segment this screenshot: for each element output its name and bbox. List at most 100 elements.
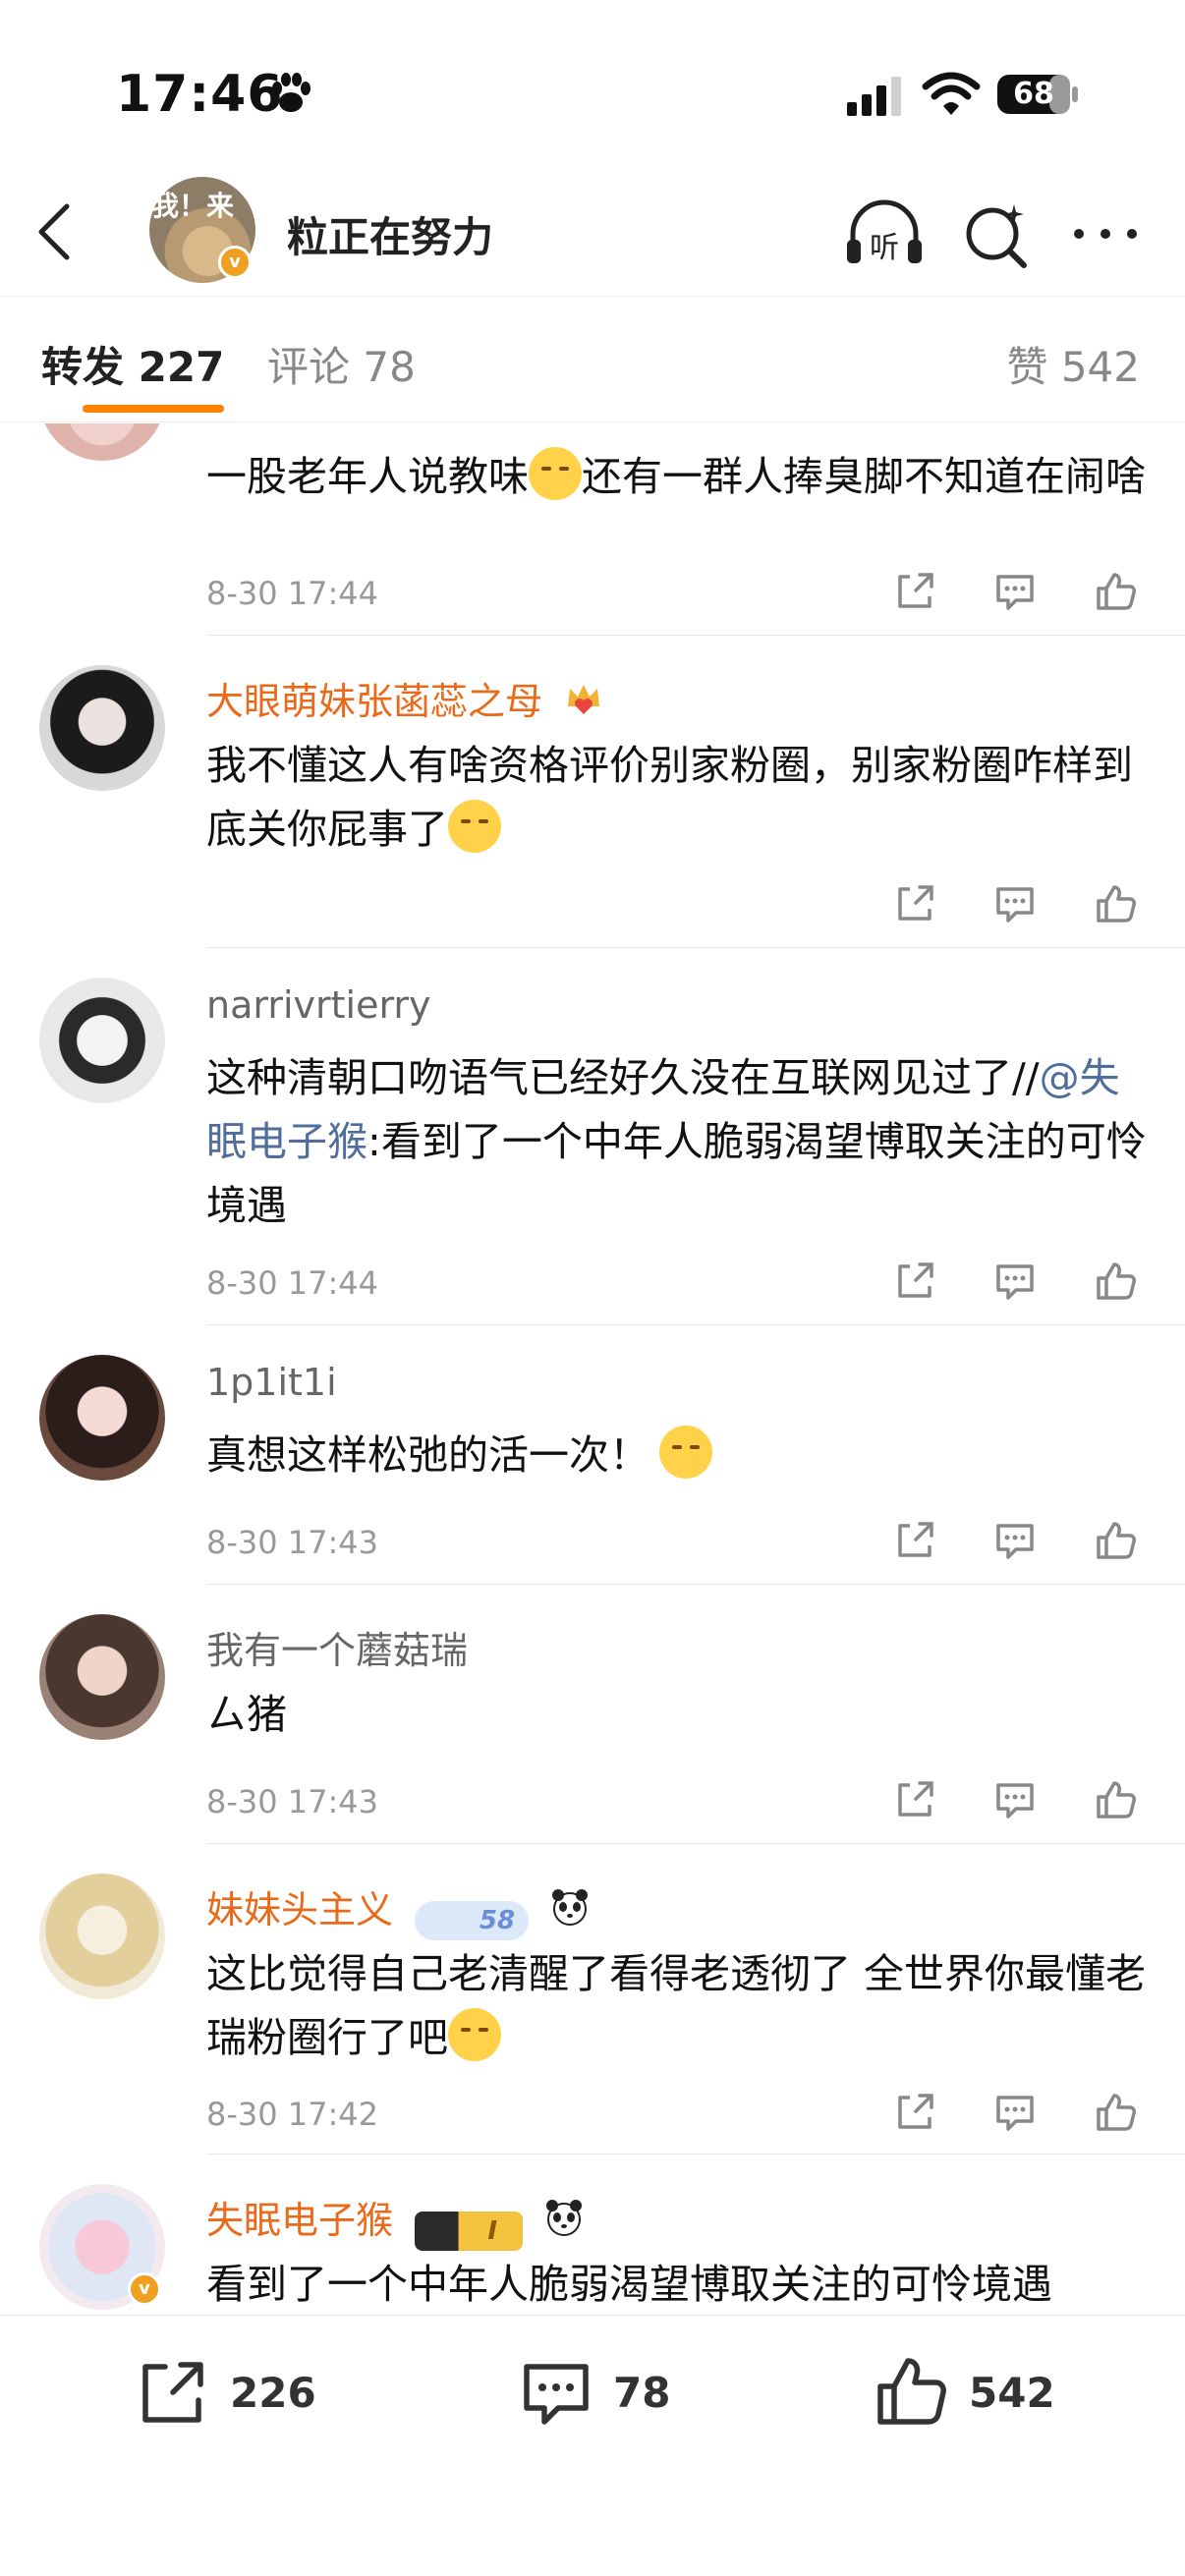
comment-icon[interactable] — [992, 1777, 1038, 1822]
avatar[interactable] — [39, 1355, 165, 1481]
top-nav: 我！来 v 粒正在努力 听 — [0, 167, 1185, 297]
tab-bar: 转发 227 评论 78 赞 542 — [0, 297, 1185, 422]
like-icon — [877, 2358, 946, 2425]
comment-text-part: 真想这样松弛的活一次！ — [206, 1431, 649, 1479]
comment-icon[interactable] — [992, 1259, 1038, 1304]
share-icon[interactable] — [892, 2090, 937, 2135]
avatar[interactable] — [39, 1874, 165, 1999]
bottom-action-bar: 226 78 542 — [0, 2315, 1185, 2576]
list-item: 我有一个蘑菇瑞 ㄙ猪 8-30 17:43 — [0, 1585, 1185, 1844]
share-icon[interactable] — [892, 881, 937, 926]
shush-emoji-icon — [448, 2008, 501, 2061]
repost-button[interactable]: 226 — [134, 2353, 316, 2432]
share-icon[interactable] — [892, 1518, 937, 1563]
battery-icon: 68 — [996, 73, 1079, 116]
tab-repost[interactable]: 转发 227 — [41, 334, 224, 394]
timestamp: 8-30 17:42 — [206, 2096, 379, 2133]
wifi-icon — [922, 72, 981, 115]
listen-icon[interactable]: 听 — [843, 196, 926, 271]
avatar[interactable] — [39, 978, 165, 1103]
panda-icon — [552, 1889, 589, 1926]
username[interactable]: 我有一个蘑菇瑞 — [206, 1620, 468, 1674]
timestamp: 8-30 17:43 — [206, 1783, 379, 1820]
list-item: 一股老年人说教味 还有一群人捧臭脚不知道在闹啥 8-30 17:44 — [0, 423, 1185, 636]
comment-text: 这种清朝口吻语气已经好久没在互联网见过了//@失眠电子猴:看到了一个中年人脆弱渴… — [206, 1046, 1150, 1238]
username[interactable]: 失眠电子猴 I — [206, 2190, 586, 2251]
status-time: 17:46 — [116, 65, 284, 124]
crying-emoji-icon — [659, 1426, 712, 1479]
avatar[interactable] — [39, 423, 165, 461]
timestamp: 8-30 17:44 — [206, 1264, 379, 1302]
comment-text: 我不懂这人有啥资格评价别家粉圈，别家粉圈咋样到底关你屁事了 — [206, 734, 1150, 862]
comment-text: 这比觉得自己老清醒了看得老透彻了 全世界你最懂老瑞粉圈行了吧 — [206, 1942, 1150, 2070]
like-icon[interactable] — [1093, 569, 1138, 614]
avatar[interactable] — [39, 665, 165, 791]
tab-comment[interactable]: 评论 78 — [267, 334, 416, 394]
comment-button[interactable]: 78 — [517, 2353, 670, 2432]
avatar-text: 我！来 — [151, 190, 235, 222]
like-icon[interactable] — [1093, 1518, 1138, 1563]
username[interactable]: 大眼萌妹张菡蕊之母 — [206, 671, 605, 725]
tab-active-indicator — [83, 405, 224, 413]
like-count: 542 — [969, 2368, 1055, 2417]
list-item: 大眼萌妹张菡蕊之母 我不懂这人有啥资格评价别家粉圈，别家粉圈咋样到底关你屁事了 — [0, 636, 1185, 948]
comment-text-part: 还有一群人捧臭脚不知道在闹啥 — [582, 453, 1146, 500]
comment-count: 78 — [613, 2368, 671, 2417]
sweat-emoji-icon — [448, 800, 501, 853]
share-icon[interactable] — [892, 569, 937, 614]
like-button[interactable]: 542 — [873, 2353, 1055, 2432]
list-item: v 失眠电子猴 I 看到了一个中年人脆弱渴望博取关注的可怜境遇 — [0, 2155, 1185, 2314]
username[interactable]: 1p1it1i — [206, 1361, 337, 1404]
username[interactable]: 妹妹头主义 58 — [206, 1879, 592, 1940]
like-icon[interactable] — [1093, 1777, 1138, 1822]
search-icon[interactable] — [959, 196, 1034, 271]
verified-icon: v — [218, 246, 252, 279]
battery-level: 68 — [1013, 77, 1054, 111]
list-item: narrivrtierry 这种清朝口吻语气已经好久没在互联网见过了//@失眠电… — [0, 948, 1185, 1325]
username[interactable]: narrivrtierry — [206, 983, 431, 1027]
share-icon — [142, 2362, 203, 2423]
page-title[interactable]: 粒正在努力 — [287, 204, 493, 264]
repost-count: 226 — [230, 2368, 316, 2417]
comment-icon[interactable] — [992, 881, 1038, 926]
avatar[interactable] — [39, 1614, 165, 1740]
comment-icon[interactable] — [992, 1518, 1038, 1563]
comment-icon[interactable] — [992, 569, 1038, 614]
username-text: 大眼萌妹张菡蕊之母 — [206, 680, 543, 723]
crown-heart-icon — [568, 685, 600, 714]
paw-icon — [272, 73, 310, 112]
comment-text-part: 这种清朝口吻语气已经好久没在互联网见过了// — [206, 1054, 1040, 1101]
verified-icon: v — [128, 2272, 161, 2306]
repost-list: 一股老年人说教味 还有一群人捧臭脚不知道在闹啥 8-30 17:44 大眼萌妹张菡… — [0, 423, 1185, 2314]
comment-text: ㄙ猪 — [206, 1691, 287, 1738]
signal-icon — [847, 77, 901, 116]
comment-icon[interactable] — [992, 2090, 1038, 2135]
share-icon[interactable] — [892, 1777, 937, 1822]
share-icon[interactable] — [892, 1259, 937, 1304]
svg-text:听: 听 — [870, 231, 899, 265]
comment-text: 一股老年人说教味 还有一群人捧臭脚不知道在闹啥 — [206, 445, 1150, 509]
comment-text-part: 一股老年人说教味 — [206, 453, 529, 500]
comment-icon — [524, 2364, 589, 2425]
list-item: 1p1it1i 真想这样松弛的活一次！ 8-30 17:43 — [0, 1325, 1185, 1585]
comment-text: 真想这样松弛的活一次！ — [206, 1424, 1150, 1487]
list-item: 妹妹头主义 58 这比觉得自己老清醒了看得老透彻了 全世界你最懂老瑞粉圈行了吧 … — [0, 1844, 1185, 2155]
smirk-emoji-icon — [529, 447, 582, 500]
timestamp: 8-30 17:43 — [206, 1524, 379, 1561]
comment-text-part: 这比觉得自己老清醒了看得老透彻了 全世界你最懂老瑞粉圈行了吧 — [206, 1950, 1147, 2061]
like-icon[interactable] — [1093, 1259, 1138, 1304]
like-icon[interactable] — [1093, 2090, 1138, 2135]
back-icon[interactable] — [29, 196, 85, 267]
comment-text: 看到了一个中年人脆弱渴望博取关注的可怜境遇 — [206, 2261, 1052, 2308]
status-bar: 17:46 68 — [0, 0, 1185, 167]
panda-icon — [546, 2200, 583, 2236]
more-icon[interactable] — [1071, 222, 1140, 246]
fan-level-badge: 58 — [415, 1901, 530, 1940]
username-text: 失眠电子猴 — [206, 2199, 394, 2242]
vip-crown-badge: I — [415, 2212, 524, 2251]
tab-likes[interactable]: 赞 542 — [1006, 334, 1140, 394]
comment-text-part: 我不懂这人有啥资格评价别家粉圈，别家粉圈咋样到底关你屁事了 — [206, 742, 1133, 853]
timestamp: 8-30 17:44 — [206, 575, 379, 612]
like-icon[interactable] — [1093, 881, 1138, 926]
username-text: 妹妹头主义 — [206, 1888, 394, 1932]
